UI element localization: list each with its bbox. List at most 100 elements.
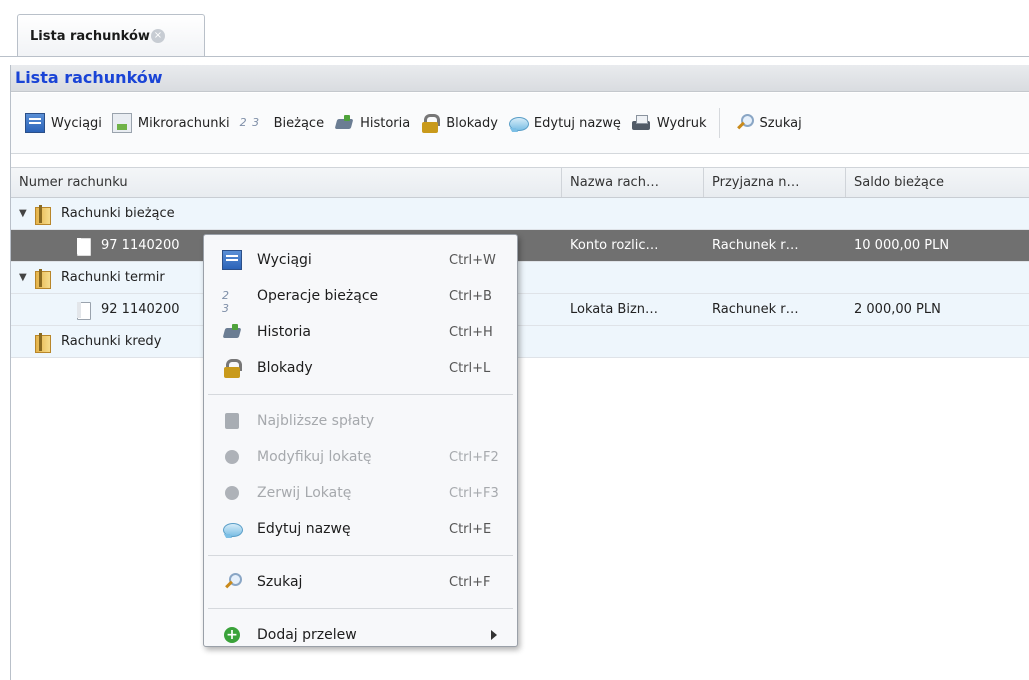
account-number: 92 1140200 bbox=[101, 302, 180, 317]
speech-bubble-icon bbox=[508, 113, 529, 133]
speech-bubble-icon bbox=[222, 519, 243, 539]
micro-accounts-button[interactable]: Mikrorachunki bbox=[108, 108, 234, 138]
menu-item-shortcut: Ctrl+F bbox=[449, 574, 491, 590]
close-icon[interactable]: × bbox=[150, 29, 165, 43]
table-row[interactable]: Rachunki kredy bbox=[11, 326, 1029, 358]
accounts-panel: Lista rachunków Wyciągi Mikrorachunki Bi… bbox=[10, 65, 1029, 680]
statement-icon bbox=[25, 113, 45, 133]
menu-item-label: Blokady bbox=[257, 360, 313, 376]
table-row[interactable]: ▼ Rachunki termir bbox=[11, 262, 1029, 294]
expand-toggle-icon[interactable]: ▼ bbox=[19, 262, 33, 293]
menu-item-label: Operacje bieżące bbox=[257, 288, 379, 304]
menu-item-shortcut: Ctrl+F2 bbox=[449, 449, 499, 465]
locks-button[interactable]: Blokady bbox=[416, 108, 502, 138]
cancel-icon bbox=[222, 483, 242, 503]
menu-item-label: Wyciągi bbox=[257, 252, 312, 268]
group-label: Rachunki bieżące bbox=[61, 206, 175, 221]
calendar-icon bbox=[222, 411, 242, 431]
menu-item-shortcut: Ctrl+H bbox=[449, 324, 493, 340]
document-icon bbox=[73, 300, 93, 320]
print-button[interactable]: Wydruk bbox=[627, 108, 711, 138]
tab-label: Lista rachunków bbox=[30, 28, 150, 44]
menu-item-history[interactable]: Historia Ctrl+H bbox=[204, 314, 517, 350]
balance: 10 000,00 PLN bbox=[854, 238, 950, 253]
tab-divider bbox=[0, 56, 1029, 57]
folder-icon bbox=[33, 332, 53, 353]
statements-label: Wyciągi bbox=[51, 115, 102, 131]
balance: 2 000,00 PLN bbox=[854, 302, 941, 317]
menu-item-label: Modyfikuj lokatę bbox=[257, 449, 372, 465]
menu-item-label: Dodaj przelew bbox=[257, 627, 357, 643]
friendly-name: Rachunek r… bbox=[712, 238, 799, 253]
history-icon bbox=[334, 113, 354, 133]
account-number: 97 1140200 bbox=[101, 238, 180, 253]
column-header-account-number[interactable]: Numer rachunku bbox=[11, 168, 562, 197]
menu-item-statements[interactable]: Wyciągi Ctrl+W bbox=[204, 242, 517, 278]
document-icon bbox=[73, 236, 93, 256]
micro-accounts-icon bbox=[111, 113, 132, 133]
account-name: Konto rozlic… bbox=[570, 238, 659, 253]
column-header-friendly-name[interactable]: Przyjazna n… bbox=[704, 168, 846, 197]
menu-item-add-transfer[interactable]: Dodaj przelew bbox=[204, 617, 517, 653]
submenu-arrow-icon bbox=[491, 630, 497, 640]
current-operations-button[interactable]: Bieżące bbox=[236, 108, 328, 138]
edit-name-button[interactable]: Edytuj nazwę bbox=[504, 108, 625, 138]
menu-item-label: Najbliższe spłaty bbox=[257, 413, 375, 429]
group-label: Rachunki termir bbox=[61, 270, 165, 285]
accounts-tree-grid: Numer rachunku Nazwa rach… Przyjazna n… … bbox=[11, 167, 1029, 358]
search-button[interactable]: Szukaj bbox=[730, 108, 806, 138]
statements-button[interactable]: Wyciągi bbox=[21, 108, 106, 138]
menu-separator bbox=[208, 555, 513, 556]
tree-cell: ▼ Rachunki bieżące bbox=[11, 198, 562, 229]
tab-lista-rachunkow[interactable]: Lista rachunków × bbox=[17, 14, 205, 57]
menu-item-search[interactable]: Szukaj Ctrl+F bbox=[204, 564, 517, 600]
menu-item-label: Szukaj bbox=[257, 574, 303, 590]
modify-icon bbox=[222, 447, 242, 467]
column-header-account-name[interactable]: Nazwa rach… bbox=[562, 168, 704, 197]
current-operations-label: Bieżące bbox=[273, 115, 325, 131]
table-row[interactable]: 92 1140200 Lokata Bizn… Rachunek r… 2 00… bbox=[11, 294, 1029, 326]
menu-item-edit-name[interactable]: Edytuj nazwę Ctrl+E bbox=[204, 511, 517, 547]
menu-item-current-operations[interactable]: Operacje bieżące Ctrl+B bbox=[204, 278, 517, 315]
expand-toggle-icon[interactable]: ▼ bbox=[19, 198, 33, 229]
menu-item-shortcut: Ctrl+B bbox=[449, 288, 492, 304]
account-name: Lokata Bizn… bbox=[570, 302, 659, 317]
group-label: Rachunki kredy bbox=[61, 334, 162, 349]
menu-item-shortcut: Ctrl+E bbox=[449, 521, 492, 537]
statement-icon bbox=[222, 250, 242, 270]
friendly-name: Rachunek r… bbox=[712, 302, 799, 317]
folder-icon bbox=[33, 268, 53, 289]
print-label: Wydruk bbox=[656, 115, 707, 131]
menu-item-label: Historia bbox=[257, 324, 311, 340]
context-menu: Wyciągi Ctrl+W Operacje bieżące Ctrl+B H… bbox=[203, 234, 518, 647]
menu-item-upcoming-payments: Najbliższe spłaty bbox=[204, 403, 517, 439]
history-icon bbox=[222, 322, 242, 342]
column-header-balance[interactable]: Saldo bieżące bbox=[846, 168, 1029, 197]
edit-name-label: Edytuj nazwę bbox=[533, 115, 621, 131]
menu-separator bbox=[208, 608, 513, 609]
tab-strip: Lista rachunków × bbox=[0, 0, 1029, 57]
folder-icon bbox=[33, 204, 53, 225]
lock-icon bbox=[222, 358, 242, 378]
menu-item-label: Edytuj nazwę bbox=[257, 521, 351, 537]
toolbar-separator bbox=[718, 108, 720, 138]
menu-separator bbox=[208, 394, 513, 395]
search-label: Szukaj bbox=[759, 115, 802, 131]
current-operations-icon bbox=[240, 113, 268, 133]
menu-item-locks[interactable]: Blokady Ctrl+L bbox=[204, 350, 517, 386]
menu-item-shortcut: Ctrl+W bbox=[449, 252, 496, 268]
table-row[interactable]: ▼ Rachunki bieżące bbox=[11, 198, 1029, 230]
lock-icon bbox=[420, 113, 441, 133]
search-icon bbox=[222, 572, 242, 592]
history-button[interactable]: Historia bbox=[330, 108, 414, 138]
toolbar: Wyciągi Mikrorachunki Bieżące Historia B… bbox=[11, 93, 1029, 154]
current-operations-icon bbox=[222, 286, 242, 315]
menu-item-label: Zerwij Lokatę bbox=[257, 485, 352, 501]
search-icon bbox=[734, 113, 754, 133]
add-icon bbox=[222, 625, 242, 645]
menu-item-break-deposit: Zerwij Lokatę Ctrl+F3 bbox=[204, 475, 517, 511]
table-row[interactable]: 97 1140200 Konto rozlic… Rachunek r… 10 … bbox=[11, 230, 1029, 262]
locks-label: Blokady bbox=[446, 115, 498, 131]
printer-icon bbox=[631, 113, 651, 133]
menu-item-shortcut: Ctrl+L bbox=[449, 360, 491, 376]
